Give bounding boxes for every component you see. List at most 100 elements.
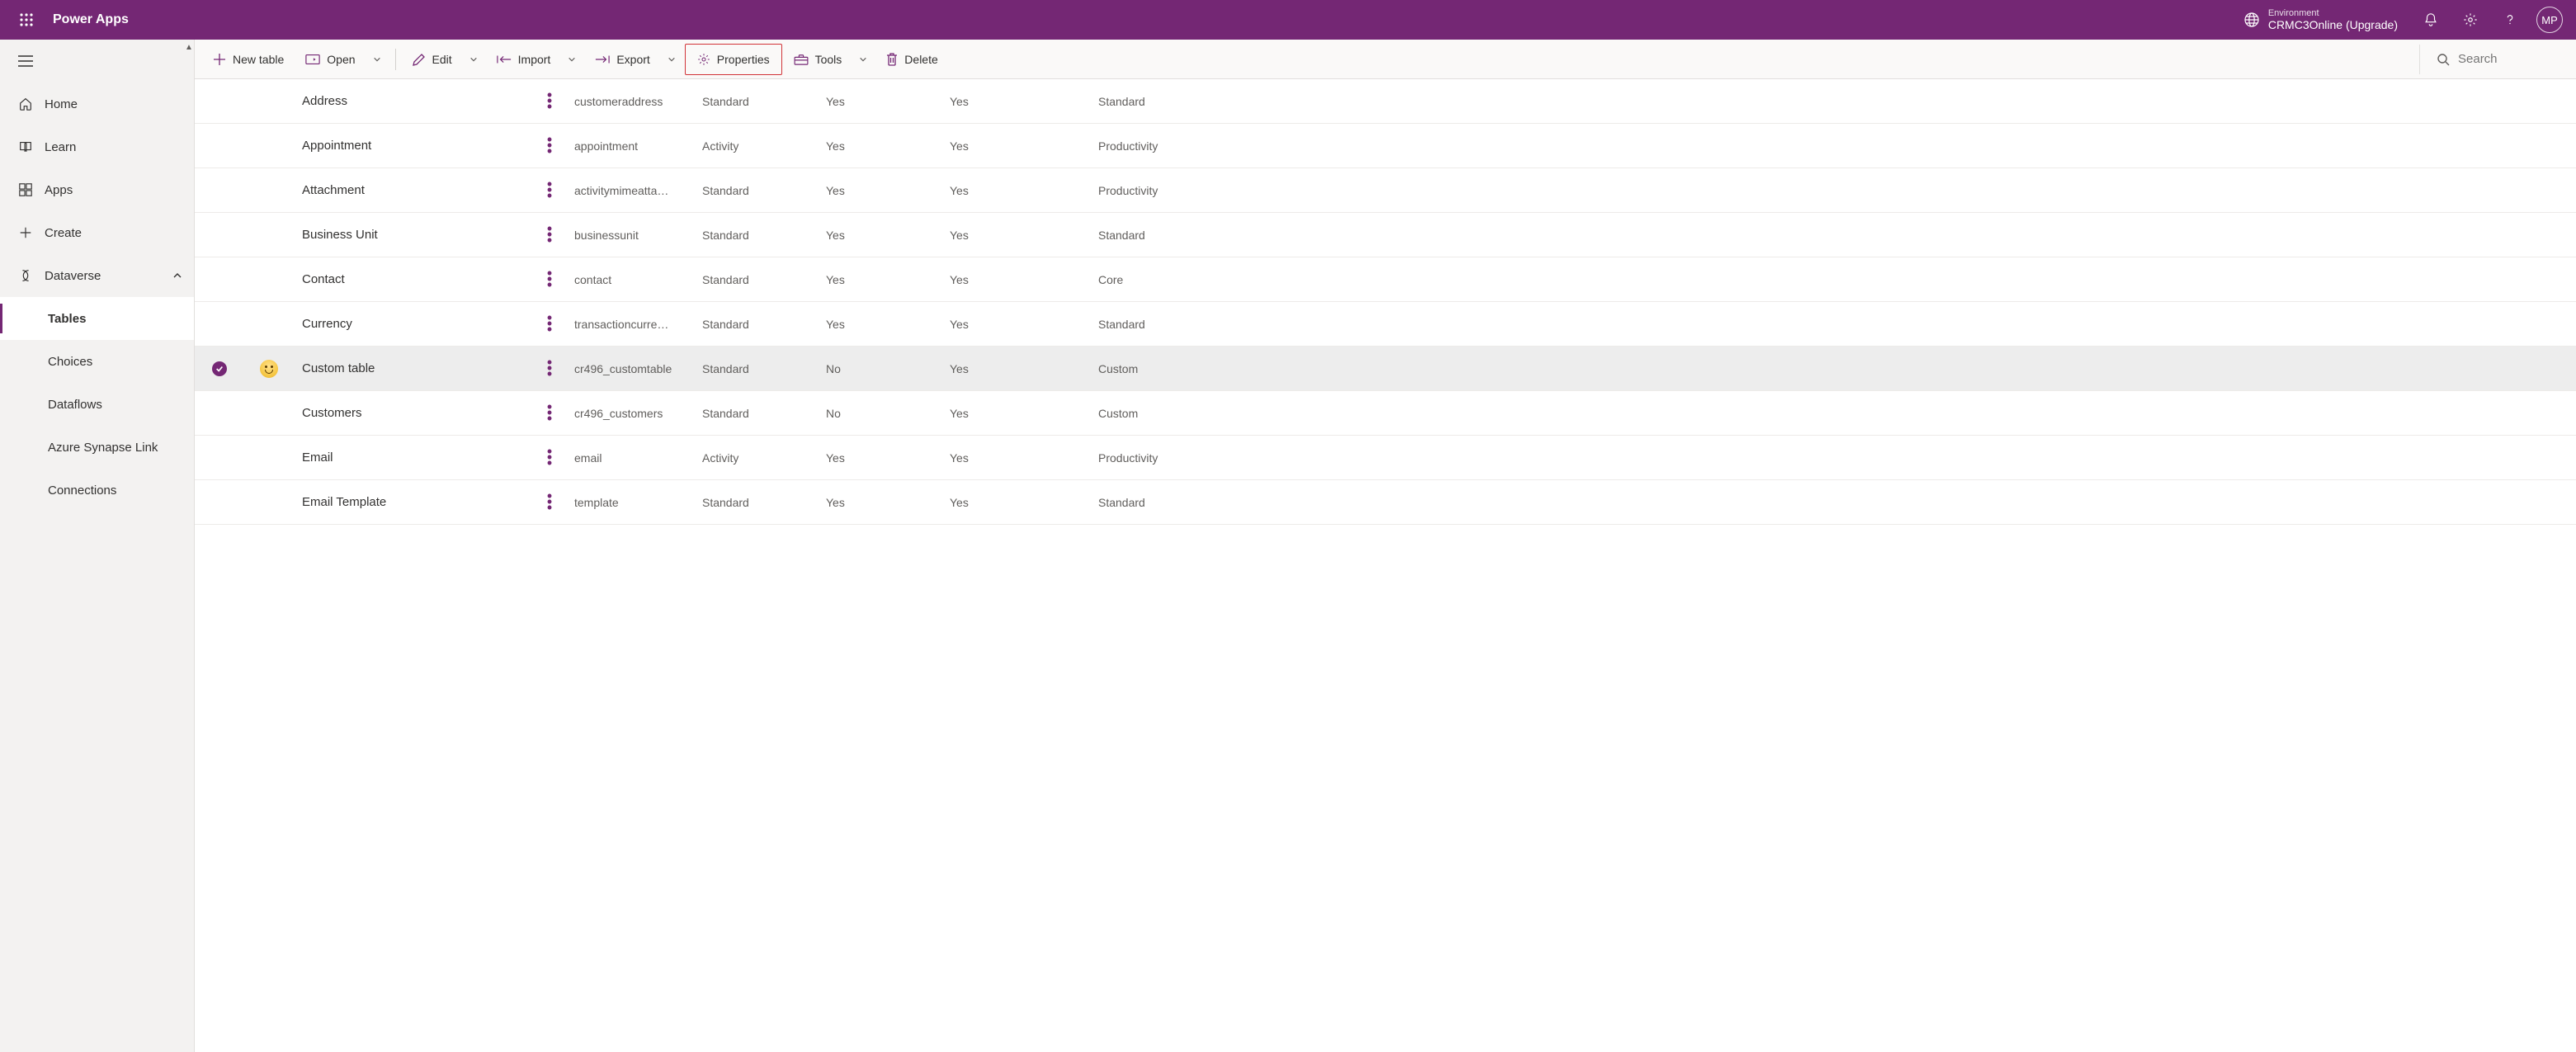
row-managed: Yes [818,451,941,465]
sidebar-item-tables[interactable]: Tables [0,297,194,340]
row-menu-button[interactable]: ••• [533,182,566,200]
button-label: Open [327,53,355,66]
nav-collapse-button[interactable] [0,40,194,83]
edit-button[interactable]: Edit [403,45,462,74]
help-button[interactable] [2490,0,2530,40]
table-row[interactable]: Email Template•••templateStandardYesYesS… [195,480,2576,525]
import-button[interactable]: Import [487,45,561,74]
open-chevron[interactable] [366,45,389,74]
sidebar-item-synapse[interactable]: Azure Synapse Link [0,426,194,469]
table-row[interactable]: Contact•••contactStandardYesYesCore [195,257,2576,302]
row-menu-button[interactable]: ••• [533,449,566,467]
table-row[interactable]: Email•••emailActivityYesYesProductivity [195,436,2576,480]
properties-button[interactable]: Properties [687,45,780,74]
button-label: Tools [815,53,842,66]
sidebar-item-connections[interactable]: Connections [0,469,194,512]
row-menu-button[interactable]: ••• [533,226,566,244]
edit-chevron[interactable] [462,45,485,74]
tools-chevron[interactable] [852,45,875,74]
table-row[interactable]: Address•••customeraddressStandardYesYesS… [195,79,2576,124]
command-bar: New table Open Edit [195,40,2576,79]
row-display-name[interactable]: Custom table [294,361,533,375]
row-schema-name: businessunit [566,229,694,242]
row-menu-button[interactable]: ••• [533,137,566,155]
search-input[interactable] [2458,52,2557,66]
row-display-name[interactable]: Email Template [294,495,533,509]
row-menu-button[interactable]: ••• [533,360,566,378]
row-type: Standard [694,273,818,286]
notifications-button[interactable] [2411,0,2451,40]
more-vertical-icon: ••• [547,137,552,155]
row-type: Standard [694,496,818,509]
table-row[interactable]: Business Unit•••businessunitStandardYesY… [195,213,2576,257]
app-launcher-button[interactable] [7,0,46,40]
sidebar-item-dataverse[interactable]: Dataverse [0,254,194,297]
table-row[interactable]: Custom table•••cr496_customtableStandard… [195,347,2576,391]
sidebar-item-label: Apps [45,183,73,197]
app-title[interactable]: Power Apps [53,12,129,27]
export-chevron[interactable] [660,45,683,74]
row-display-name[interactable]: Contact [294,272,533,286]
row-display-name[interactable]: Currency [294,317,533,331]
sidebar-item-choices[interactable]: Choices [0,340,194,383]
question-icon [2503,12,2517,27]
gear-icon [2463,12,2478,27]
row-type: Standard [694,407,818,420]
row-display-name[interactable]: Business Unit [294,228,533,242]
row-display-name[interactable]: Customers [294,406,533,420]
row-display-name[interactable]: Address [294,94,533,108]
user-avatar[interactable]: MP [2536,7,2563,33]
table-row[interactable]: Appointment•••appointmentActivityYesYesP… [195,124,2576,168]
row-display-name[interactable]: Attachment [294,183,533,197]
sidebar-item-dataflows[interactable]: Dataflows [0,383,194,426]
sidebar-item-learn[interactable]: Learn [0,125,194,168]
row-menu-button[interactable]: ••• [533,493,566,512]
row-schema-name: cr496_customers [566,407,694,420]
search-box[interactable] [2419,45,2568,74]
row-customizable: Yes [941,95,1090,108]
environment-picker[interactable]: Environment CRMC3Online (Upgrade) [2243,8,2398,32]
table-row[interactable]: Customers•••cr496_customersStandardNoYes… [195,391,2576,436]
row-menu-button[interactable]: ••• [533,92,566,111]
sidebar-scrollbar[interactable]: ▲ [184,40,194,1052]
more-vertical-icon: ••• [547,271,552,289]
row-select-cell[interactable] [195,361,244,376]
row-menu-button[interactable]: ••• [533,404,566,422]
import-chevron[interactable] [560,45,583,74]
sidebar-item-apps[interactable]: Apps [0,168,194,211]
more-vertical-icon: ••• [547,449,552,467]
import-icon [497,54,512,65]
sidebar-item-home[interactable]: Home [0,83,194,125]
settings-button[interactable] [2451,0,2490,40]
row-schema-name: cr496_customtable [566,362,694,375]
button-label: Import [518,53,551,66]
table-row[interactable]: Attachment•••activitymimeatta…StandardYe… [195,168,2576,213]
new-table-button[interactable]: New table [203,45,294,74]
row-schema-name: customeraddress [566,95,694,108]
row-display-name[interactable]: Email [294,451,533,465]
row-schema-name: appointment [566,139,694,153]
checkmark-icon [212,361,227,376]
sidebar-item-create[interactable]: Create [0,211,194,254]
hamburger-icon [18,55,33,67]
open-button[interactable]: Open [295,45,365,74]
waffle-icon [20,13,33,26]
row-managed: Yes [818,95,941,108]
button-label: Export [616,53,649,66]
search-icon [2437,53,2450,66]
row-customizable: Yes [941,184,1090,197]
row-customizable: Yes [941,362,1090,375]
row-display-name[interactable]: Appointment [294,139,533,153]
delete-button[interactable]: Delete [876,45,947,74]
row-type: Standard [694,184,818,197]
row-customizable: Yes [941,139,1090,153]
row-menu-button[interactable]: ••• [533,271,566,289]
dataverse-icon [18,268,33,283]
row-menu-button[interactable]: ••• [533,315,566,333]
row-managed: Yes [818,139,941,153]
tools-button[interactable]: Tools [784,45,852,74]
row-customizable: Yes [941,407,1090,420]
table-row[interactable]: Currency•••transactioncurre…StandardYesY… [195,302,2576,347]
plus-icon [18,225,33,240]
export-button[interactable]: Export [585,45,659,74]
